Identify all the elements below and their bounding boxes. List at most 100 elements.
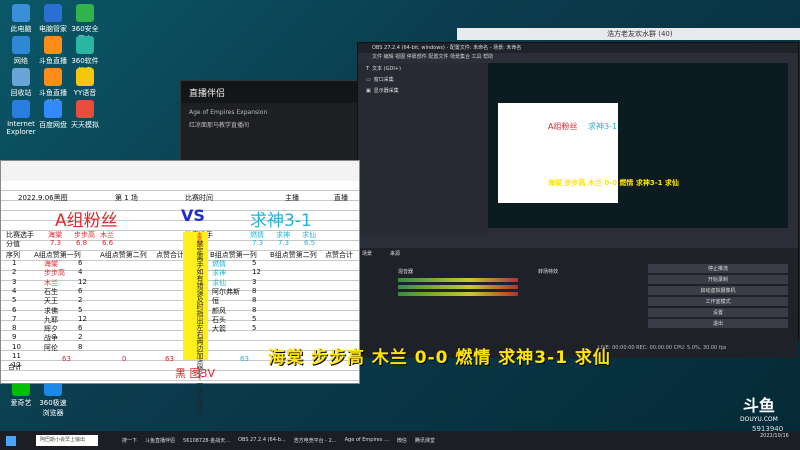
audio-mixer[interactable]: 混音器 [398, 268, 518, 299]
row-a-value: 6 [78, 286, 83, 295]
taskbar-item[interactable]: 56108728-金战天... [183, 437, 230, 444]
row-a-value: 6 [78, 324, 83, 333]
studio-room-line: 红凉面那马教学直播间 [189, 122, 250, 129]
row-seq: 10 [12, 342, 21, 351]
team-a-player-score: 6.6 [102, 239, 114, 247]
team-b-title: 求神3-1 [250, 211, 312, 231]
desktop-icon[interactable]: Internet Explorer [4, 100, 38, 136]
row-a-value: 12 [78, 314, 87, 323]
start-record-button[interactable]: 开始录制 [648, 275, 788, 284]
settings-button[interactable]: 设置 [648, 308, 788, 317]
row-score-label: 分值 [6, 240, 20, 248]
desktop-icon[interactable]: 电脑管家 [36, 4, 70, 34]
taskbar[interactable]: 阿巴斯小会早上输出 搜一下 斗鱼直播伴侣 56108728-金战天... OBS 27… [0, 431, 800, 450]
team-a-player-score: 7.3 [50, 239, 62, 247]
row-seq: 7 [12, 314, 17, 323]
desktop-icon[interactable]: 360极速浏览器 [36, 378, 70, 418]
row-seq: 4 [12, 286, 17, 295]
app-icon [12, 36, 30, 54]
row-a-name: 阿伦 [44, 343, 58, 352]
preview-team-b: 求神3-1 [588, 122, 618, 131]
row-b-value: 12 [252, 268, 261, 277]
row-b-value: 8 [252, 286, 257, 295]
sheet-match-time-label: 比赛时间 [185, 194, 213, 202]
row-seq: 11 [12, 352, 21, 360]
desktop-icon-label: 爱奇艺 [10, 399, 32, 407]
app-icon [44, 100, 62, 118]
app-icon [12, 100, 30, 118]
desktop-icon-label: Internet Explorer [6, 120, 36, 136]
exit-button[interactable]: 退出 [648, 319, 788, 328]
col-b2: B组点赞第二列 [270, 251, 317, 259]
desktop-icon-label: 电脑管家 [39, 25, 67, 33]
source-item[interactable]: T 文本 (GDI+) [358, 63, 488, 74]
desktop-icon-label: 天天模拟 [71, 121, 99, 129]
taskbar-item[interactable]: Age of Empires ... [345, 437, 389, 444]
stop-stream-button[interactable]: 停止推流 [648, 264, 788, 273]
douyu-watermark: 斗鱼 DOUYU.COM [740, 396, 778, 423]
virtual-cam-button[interactable]: 启动虚拟摄像机 [648, 286, 788, 295]
app-icon [76, 36, 94, 54]
total-a-sum: 63 [165, 355, 174, 363]
obs-status-bar: LIVE: 00:00:00 REC: 00:00:00 CPU: 5.0%, … [598, 345, 727, 351]
taskbar-item[interactable]: 浩方电竞平台 - 2... [294, 437, 337, 444]
studio-logo: 直播伴侣 [189, 88, 226, 99]
desktop-icon[interactable]: 天天模拟 [68, 100, 102, 130]
row-seq: 6 [12, 305, 17, 314]
panel-sources: 来源 [390, 251, 401, 257]
desktop-icon[interactable]: 回收站 [4, 68, 38, 98]
obs-title-bar: OBS 27.2.4 (64-bit, windows) - 配置文件: 未命名… [358, 43, 798, 53]
preview-overlay: 海棠 步步高 木兰 0-0 燃情 求神3-1 求仙 [548, 179, 679, 187]
desktop-icon[interactable]: 此电脑 [4, 4, 38, 34]
start-icon[interactable] [6, 435, 16, 446]
row-a-value: 6 [78, 259, 83, 267]
team-b-player-score: 7.3 [252, 239, 264, 247]
app-icon [76, 68, 94, 86]
row-seq: 2 [12, 268, 17, 277]
desktop-icon[interactable]: 百度网盘 [36, 100, 70, 130]
qq-group-window-title[interactable]: 浩方老友欢水群 (40) [457, 28, 800, 40]
taskbar-item[interactable]: 搜一下 [122, 437, 137, 444]
side-red-note: 击赏比 [196, 232, 202, 247]
taskbar-item[interactable]: 斗鱼直播伴侣 [145, 437, 175, 444]
preview-team-a: A组粉丝 [548, 122, 578, 131]
studio-game-line: Age of Empires Expansion [189, 109, 268, 116]
taskbar-item[interactable]: 腾讯课堂 [415, 437, 435, 444]
taskbar-item[interactable]: OBS 27.2.4 (64-b... [238, 437, 286, 444]
row-a-value: 2 [78, 333, 83, 342]
stream-overlay-text: 海棠 步步高 木兰 0-0 燃情 求神3-1 求仙 [268, 348, 611, 368]
total-b1: 63 [240, 355, 249, 363]
row-b-value: 8 [252, 296, 257, 305]
total-a2: 0 [122, 355, 127, 363]
controls-panel[interactable]: 停止推流 开始录制 启动虚拟摄像机 工作室模式 设置 退出 [648, 262, 788, 330]
taskbar-item[interactable]: 微信 [397, 437, 407, 444]
taskbar-search[interactable]: 阿巴斯小会早上输出 [36, 435, 98, 446]
app-icon [44, 36, 62, 54]
desktop-icon[interactable]: 网络 [4, 36, 38, 66]
team-a-player-score: 6.8 [76, 239, 88, 247]
obs-bottom-docks[interactable]: 场景 来源 混音器 转场特效 停止推流 开始录制 启动虚拟摄像机 工作室模式 设… [358, 248, 798, 358]
sheet-title: 2022.9.06黑图 [18, 194, 68, 202]
row-seq: 5 [12, 296, 17, 305]
total-a1: 63 [62, 355, 71, 363]
row-b-name: 大箭 [212, 325, 226, 334]
source-item[interactable]: ▣ 显示器采集 [358, 85, 488, 96]
row-b-value: 8 [252, 305, 257, 314]
studio-mode-button[interactable]: 工作室模式 [648, 297, 788, 306]
team-a-title: A组粉丝 [55, 211, 118, 231]
obs-window[interactable]: OBS 27.2.4 (64-bit, windows) - 配置文件: 未命名… [357, 42, 799, 358]
desktop-icon-label: 斗鱼直播 [39, 57, 67, 65]
obs-menu-bar[interactable]: 文件 编辑 视图 停靠部件 配置文件 场景集合 工具 帮助 [358, 53, 798, 62]
col-a-total: 点赞合计 [156, 251, 184, 259]
sheet-live-label: 直播 [334, 194, 348, 202]
row-b-value: 5 [252, 324, 257, 333]
desktop-icon[interactable]: YY语音 [68, 68, 102, 98]
clock: 2022/10/16 [760, 433, 789, 439]
app-icon [76, 100, 94, 118]
total-label: 合计 [8, 363, 22, 371]
obs-sources-panel[interactable]: T 文本 (GDI+) ▭ 窗口采集 ▣ 显示器采集 [358, 63, 488, 233]
team-b-player-score: 6.5 [304, 239, 316, 247]
source-item[interactable]: ▭ 窗口采集 [358, 74, 488, 85]
desktop-wallpaper: 此电脑电脑管家360安全卫士网络斗鱼直播360软件管家回收站斗鱼直播伴侣YY语音… [0, 0, 800, 450]
desktop-icon[interactable]: 斗鱼直播 [36, 36, 70, 66]
